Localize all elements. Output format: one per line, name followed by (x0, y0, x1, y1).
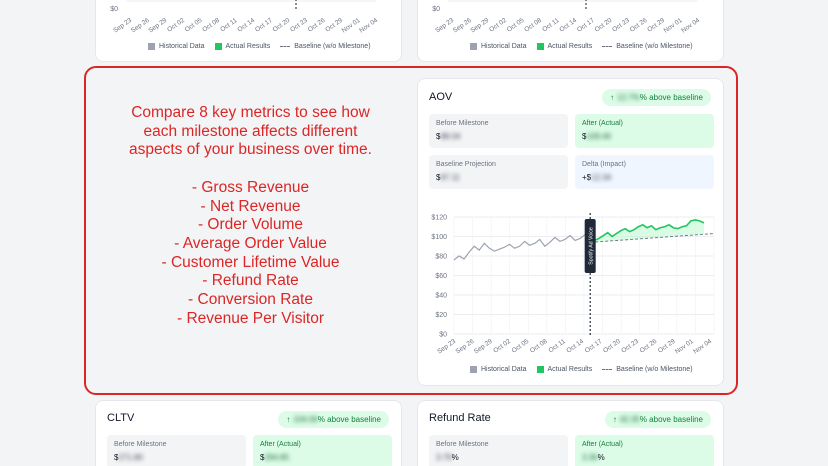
metric-list-item: - Customer Lifetime Value (161, 253, 340, 271)
x-tick-label: Oct 14 (558, 17, 578, 34)
legend-label: Historical Data (481, 43, 527, 50)
x-tick-label: Oct 20 (272, 17, 292, 34)
annotation-spacer (128, 160, 373, 179)
legend-label: Historical Data (159, 43, 205, 50)
legend-swatch-gray (470, 43, 477, 50)
percent-suffix: % (451, 453, 459, 462)
stat-label: After (Actual) (582, 441, 623, 448)
x-tick-label: Nov 01 (341, 17, 362, 35)
x-tick-label: Oct 20 (594, 17, 614, 34)
y-tick-label: $0 (110, 6, 118, 13)
legend-label: Actual Results (547, 43, 593, 50)
x-tick-label: Oct 08 (201, 17, 221, 34)
stat-label: After (Actual) (260, 441, 301, 448)
badge-value: 104.06 (293, 415, 318, 424)
x-tick-label: Oct 23 (611, 17, 631, 34)
stat-label: Before Milestone (436, 441, 489, 448)
x-tick-label: Nov 04 (680, 17, 701, 35)
legend-label: Baseline (w/o Milestone) (616, 43, 693, 50)
x-tick-label: Sep 29 (147, 17, 168, 35)
arrow-up-icon: ↑ (612, 415, 617, 424)
legend-baseline: Baseline (w/o Milestone) (280, 43, 371, 50)
blurred-value: 3.36 (582, 453, 598, 462)
metric-list: - Gross Revenue - Net Revenue - Order Volu… (128, 179, 373, 329)
card-title: CLTV (107, 412, 135, 424)
x-tick-label: Oct 11 (219, 17, 239, 34)
x-tick-label: Oct 02 (166, 17, 186, 34)
dashboard-page: $0 Sep 23 Sep 26 Sep 29 Oct 02 Oct 05 Oct 08 O… (0, 0, 828, 466)
blurred-value: 271.80 (118, 453, 143, 462)
stat-value: $294.85 (260, 453, 385, 462)
legend-swatch-green (536, 43, 544, 50)
x-tick-label: Oct 11 (541, 17, 561, 34)
legend-historical: Historical Data (470, 43, 527, 50)
badge-suffix: % above baseline (639, 415, 703, 424)
annotation-text: Compare 8 key metrics to see how each mi… (128, 104, 373, 328)
percent-suffix: % (597, 453, 605, 462)
above-baseline-badge: ↑ 104.06% above baseline (278, 411, 389, 428)
top-left-metric-card: $0 Sep 23 Sep 26 Sep 29 Oct 02 Oct 05 Oct 08 O… (95, 0, 402, 62)
refund-rate-metric-card: Refund Rate ↑ 42.35% above baseline Befo… (417, 400, 724, 466)
blurred-value: 294.85 (264, 453, 289, 462)
metric-list-item: - Conversion Rate (188, 291, 313, 309)
legend-actual: Actual Results (536, 43, 593, 50)
metric-list-item: - Refund Rate (202, 272, 299, 290)
x-tick-label: Nov 01 (663, 17, 684, 35)
annotation-intro: Compare 8 key metrics to see how each mi… (129, 104, 372, 159)
x-tick-label: Nov 04 (358, 17, 379, 35)
x-tick-label: Oct 05 (506, 17, 526, 34)
above-baseline-badge: ↑ 42.35% above baseline (604, 411, 711, 428)
chart-legend: Historical Data Actual Results Baseline … (470, 43, 693, 50)
badge-value: 42.35 (619, 415, 640, 424)
badge-suffix: % above baseline (317, 415, 381, 424)
legend-actual: Actual Results (214, 43, 271, 50)
top-right-metric-card: $0 Sep 23 Sep 26 Sep 29 Oct 02 Oct 05 Oct 08 O… (417, 0, 724, 62)
legend-swatch-green (214, 43, 222, 50)
cltv-metric-card: CLTV ↑ 104.06% above baseline Before Mil… (95, 400, 402, 466)
x-tick-label: Oct 08 (523, 17, 543, 34)
x-tick-label: Sep 23 (112, 17, 133, 35)
arrow-up-icon: ↑ (286, 415, 291, 424)
after-actual-stat: After (Actual) $294.85 (253, 435, 392, 466)
stat-value: 3.36% (582, 453, 707, 462)
legend-historical: Historical Data (148, 43, 205, 50)
x-tick-label: Oct 23 (289, 17, 309, 34)
x-tick-label: Oct 05 (184, 17, 204, 34)
stat-value: 3.79% (436, 453, 561, 462)
card-title: Refund Rate (429, 412, 491, 424)
legend-label: Baseline (w/o Milestone) (294, 43, 371, 50)
y-tick-label: $0 (432, 6, 440, 13)
metric-list-item: - Gross Revenue (191, 178, 310, 196)
metric-list-item: - Net Revenue (200, 197, 301, 215)
x-tick-label: Sep 26 (130, 17, 151, 35)
blurred-value: 3.79 (436, 453, 452, 462)
stat-label: Before Milestone (114, 441, 167, 448)
x-tick-label: Sep 29 (469, 17, 490, 35)
x-tick-labels: Sep 23Sep 26Sep 29Oct 02Oct 05Oct 08Oct … (434, 17, 701, 35)
legend-swatch-dashed (602, 46, 613, 47)
chart-legend: Historical Data Actual Results Baseline … (148, 43, 371, 50)
x-tick-label: Oct 26 (307, 17, 327, 34)
x-tick-label: Oct 02 (488, 17, 508, 34)
after-actual-stat: After (Actual) 3.36% (575, 435, 714, 466)
x-tick-label: Sep 26 (452, 17, 473, 35)
metric-list-item: - Revenue Per Visitor (176, 309, 325, 327)
x-tick-label: Oct 26 (629, 17, 649, 34)
top-left-chart: $0 Sep 23Sep 26Sep 29Oct 02Oct 05Oct 08O… (110, 0, 379, 35)
top-right-chart: $0 Sep 23Sep 26Sep 29Oct 02Oct 05Oct 08O… (432, 0, 701, 35)
x-tick-label: Sep 23 (434, 17, 455, 35)
stat-value: $271.80 (114, 453, 239, 462)
x-tick-label: Oct 14 (236, 17, 256, 34)
legend-swatch-gray (148, 43, 155, 50)
legend-baseline: Baseline (w/o Milestone) (602, 43, 693, 50)
x-tick-labels: Sep 23Sep 26Sep 29Oct 02Oct 05Oct 08Oct … (112, 17, 379, 35)
x-tick-label: Oct 17 (576, 17, 596, 34)
metric-list-item: - Average Order Value (174, 234, 327, 252)
legend-swatch-dashed (280, 46, 291, 47)
legend-label: Actual Results (225, 43, 271, 50)
before-milestone-stat: Before Milestone 3.79% (429, 435, 568, 466)
x-tick-label: Oct 17 (254, 17, 274, 34)
before-milestone-stat: Before Milestone $271.80 (107, 435, 246, 466)
metric-list-item: - Order Volume (197, 216, 304, 234)
